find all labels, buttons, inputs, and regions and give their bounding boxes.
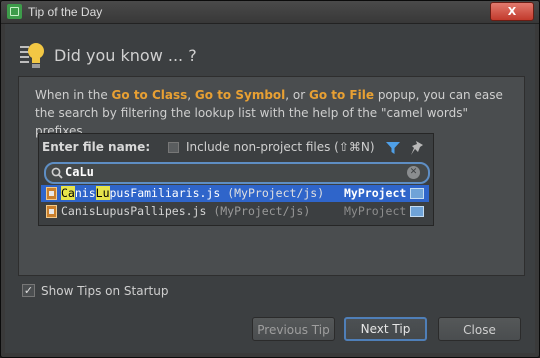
search-icon <box>51 167 63 179</box>
js-file-icon <box>46 205 57 218</box>
previous-tip-button[interactable]: Previous Tip <box>252 317 335 341</box>
project-folder-icon <box>410 188 424 199</box>
tip-keyword-go-to-file: Go to File <box>309 88 374 102</box>
app-icon <box>7 4 22 19</box>
result-name-part: nis <box>74 186 96 200</box>
include-non-project-label: Include non-project files (⇧⌘N) <box>186 140 375 154</box>
tip-text-part: When in the <box>35 88 112 102</box>
tip-header: Did you know ... ? <box>13 38 527 74</box>
search-field[interactable]: CaLu ✕ <box>44 162 430 184</box>
result-project: MyProject <box>344 204 407 218</box>
window-close-button[interactable]: X <box>490 2 534 21</box>
tip-text-part: , <box>187 88 195 102</box>
lightbulb-icon <box>20 43 44 68</box>
close-button[interactable]: Close <box>438 317 521 341</box>
js-file-icon <box>46 187 57 200</box>
result-name-part: pusFamiliaris.js <box>109 186 221 200</box>
result-file-name: CanisLupusFamiliaris.js (MyProject/js) <box>61 186 324 200</box>
clear-search-icon[interactable]: ✕ <box>407 166 420 179</box>
result-project: MyProject <box>344 186 407 200</box>
next-tip-button[interactable]: Next Tip <box>344 317 427 341</box>
tip-heading: Did you know ... ? <box>54 46 197 65</box>
result-name-part: CanisLupusPallipes.js <box>61 204 207 218</box>
tip-text: When in the Go to Class, Go to Symbol, o… <box>35 86 515 140</box>
result-row-selected[interactable]: CanisLupusFamiliaris.js (MyProject/js) M… <box>41 185 429 202</box>
result-path: (MyProject/js) <box>220 186 325 200</box>
filter-icon[interactable] <box>386 142 400 154</box>
goto-file-popup-example: Enter file name: Include non-project fil… <box>38 133 434 226</box>
enter-file-name-label: Enter file name: <box>42 140 151 154</box>
pin-icon[interactable] <box>411 141 423 155</box>
show-tips-label: Show Tips on Startup <box>41 284 169 298</box>
match-highlight: Ca <box>61 186 75 200</box>
dialog-content: Did you know ... ? When in the Go to Cla… <box>5 24 535 353</box>
tip-keyword-go-to-symbol: Go to Symbol <box>194 88 286 102</box>
tip-panel: When in the Go to Class, Go to Symbol, o… <box>18 76 525 276</box>
window-title: Tip of the Day <box>28 5 103 19</box>
tip-text-part: , or <box>285 88 309 102</box>
search-input-value[interactable]: CaLu <box>65 165 94 179</box>
tip-keyword-go-to-class: Go to Class <box>111 88 188 102</box>
tip-of-the-day-dialog: Tip of the Day X Did you know ... ? When… <box>0 0 540 358</box>
title-bar: Tip of the Day X <box>1 1 539 24</box>
match-highlight: Lu <box>95 186 110 200</box>
result-path: (MyProject/js) <box>206 204 311 218</box>
include-non-project-checkbox[interactable] <box>168 142 179 153</box>
result-row[interactable]: CanisLupusPallipes.js (MyProject/js) MyP… <box>41 203 429 220</box>
result-file-name: CanisLupusPallipes.js (MyProject/js) <box>61 204 310 218</box>
show-tips-checkbox[interactable]: ✓ <box>22 284 35 297</box>
project-folder-icon <box>410 206 424 217</box>
